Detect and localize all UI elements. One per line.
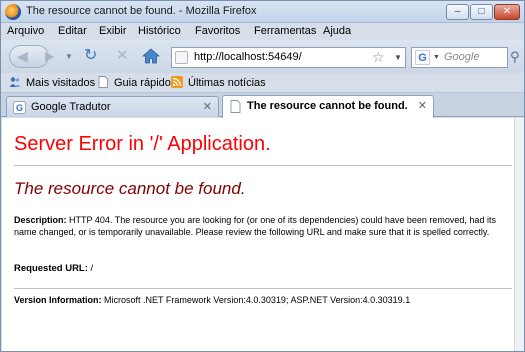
address-bar[interactable]: http://localhost:54649/ ☆ ▼ (171, 47, 406, 68)
divider (14, 165, 512, 166)
bookmark-label: Últimas notícias (188, 77, 266, 89)
menu-arquivo[interactable]: Arquivo (7, 25, 44, 37)
close-tab-icon[interactable]: ✕ (418, 99, 427, 112)
requested-url-label: Requested URL: (14, 263, 88, 274)
menu-editar[interactable]: Editar (58, 25, 87, 37)
forward-arrow-icon[interactable]: ▶ (45, 49, 61, 64)
tab-google-tradutor[interactable]: G Google Tradutor ✕ (6, 96, 219, 117)
google-logo-icon[interactable]: G (415, 50, 430, 65)
bookmarks-toolbar: Mais visitados Guia rápido Últimas notíc… (1, 73, 524, 93)
bookmark-guia-rapido[interactable]: Guia rápido (97, 76, 171, 89)
svg-text:G: G (16, 103, 23, 113)
close-tab-icon[interactable]: ✕ (203, 100, 212, 113)
description-label: Description: (14, 215, 67, 225)
address-dropdown-icon[interactable]: ▼ (394, 53, 402, 62)
error-subtitle: The resource cannot be found. (14, 179, 246, 198)
home-icon[interactable] (142, 47, 160, 65)
reload-icon[interactable]: ↻ (84, 48, 97, 64)
search-bar[interactable]: G ▼ Google (411, 47, 508, 68)
bookmark-ultimas-noticias[interactable]: Últimas notícias (171, 76, 266, 89)
vertical-scrollbar[interactable] (514, 118, 524, 351)
rss-feed-icon (171, 76, 183, 88)
document-icon (98, 76, 108, 88)
menu-ferramentas[interactable]: Ferramentas (254, 25, 316, 37)
maximize-button[interactable]: □ (470, 4, 493, 20)
divider (14, 288, 512, 289)
version-information: Version Information: Microsoft .NET Fram… (14, 295, 410, 305)
bookmark-star-icon[interactable]: ☆ (372, 49, 385, 66)
back-arrow-icon: ◀ (17, 48, 28, 64)
tab-strip: G Google Tradutor ✕ The resource cannot … (1, 93, 524, 118)
menu-bar: Arquivo Editar Exibir Histórico Favorito… (1, 23, 524, 40)
error-description: Description: HTTP 404. The resource you … (14, 214, 512, 238)
page-title: Server Error in '/' Application. (14, 133, 271, 155)
requested-url-value: / (90, 263, 94, 274)
version-text: Microsoft .NET Framework Version:4.0.303… (104, 295, 411, 305)
menu-favoritos[interactable]: Favoritos (195, 25, 240, 37)
search-icon[interactable]: ⚲ (510, 47, 524, 67)
description-text: HTTP 404. The resource you are looking f… (14, 215, 496, 237)
window-title: The resource cannot be found. - Mozilla … (26, 5, 257, 17)
google-favicon-icon: G (13, 101, 26, 114)
menu-exibir[interactable]: Exibir (99, 25, 127, 37)
version-label: Version Information: (14, 295, 102, 305)
most-visited-icon (9, 77, 21, 87)
tab-label: The resource cannot be found. (247, 100, 408, 112)
firefox-logo-icon (5, 4, 21, 20)
back-button[interactable]: ◀ (9, 45, 49, 68)
history-dropdown-icon[interactable]: ▼ (65, 52, 73, 61)
browser-window: The resource cannot be found. - Mozilla … (0, 0, 525, 352)
close-window-button[interactable]: ✕ (494, 4, 520, 20)
title-bar: The resource cannot be found. - Mozilla … (1, 1, 524, 23)
page-content: Server Error in '/' Application. The res… (2, 118, 514, 351)
menu-historico[interactable]: Histórico (138, 25, 181, 37)
address-input[interactable]: http://localhost:54649/ (194, 51, 302, 63)
bookmark-label: Guia rápido (114, 77, 171, 89)
stop-icon[interactable]: ✕ (116, 48, 129, 64)
page-favicon-icon (175, 51, 188, 64)
menu-ajuda[interactable]: Ajuda (323, 25, 351, 37)
document-icon (230, 100, 241, 113)
search-engine-dropdown-icon[interactable]: ▼ (433, 54, 440, 61)
bookmark-mais-visitados[interactable]: Mais visitados (9, 76, 95, 89)
minimize-button[interactable]: – (446, 4, 469, 20)
search-input[interactable]: Google (444, 51, 479, 63)
tab-resource-not-found[interactable]: The resource cannot be found. ✕ (222, 95, 434, 118)
tab-label: Google Tradutor (31, 101, 111, 113)
bookmark-label: Mais visitados (26, 77, 96, 89)
requested-url: Requested URL: / (14, 263, 93, 274)
navigation-toolbar: ◀ ▶ ▼ ↻ ✕ http://localhost:54649/ ☆ ▼ G … (1, 40, 524, 73)
